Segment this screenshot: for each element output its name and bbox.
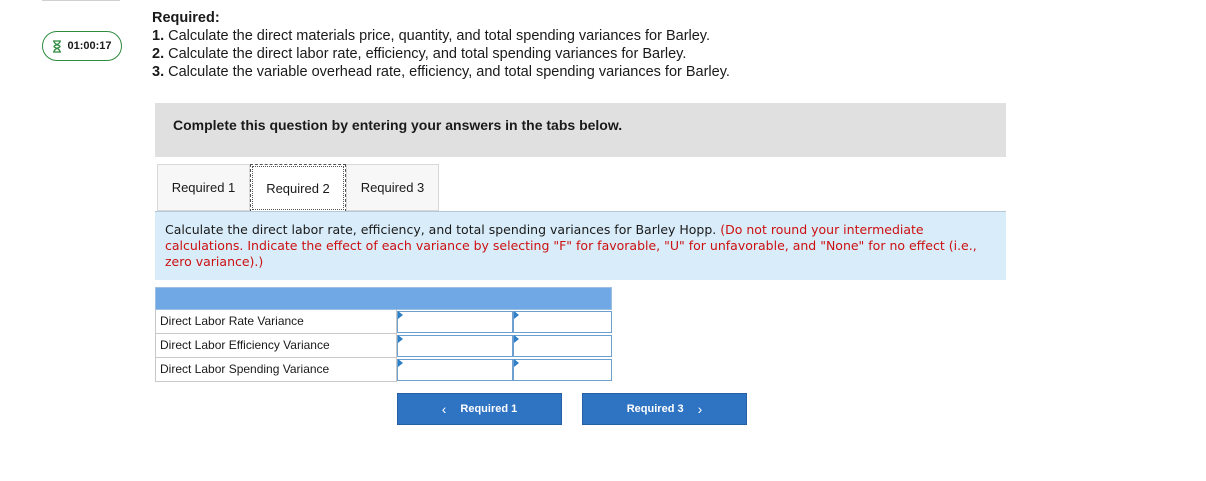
next-button-label: Required 3 [626, 403, 684, 415]
row-label: Direct Labor Spending Variance [155, 358, 397, 382]
required-item-2: 2. Calculate the direct labor rate, effi… [152, 46, 687, 62]
required-item-1: 1. Calculate the direct materials price,… [152, 28, 711, 44]
chevron-right-icon: › [697, 401, 703, 417]
prompt-main: Calculate the direct labor rate, efficie… [165, 222, 717, 237]
table-row: Direct Labor Rate Variance [155, 310, 612, 334]
tab-required-1[interactable]: Required 1 [157, 164, 250, 211]
spending-variance-amount-input[interactable] [397, 359, 513, 381]
required-item-3: 3. Calculate the variable overhead rate,… [152, 64, 730, 80]
tab-required-3[interactable]: Required 3 [346, 164, 439, 211]
instruction-banner: Complete this question by entering your … [155, 103, 1006, 157]
table-row: Direct Labor Efficiency Variance [155, 334, 612, 358]
chevron-left-icon: ‹ [441, 401, 447, 417]
rate-variance-amount-input[interactable] [397, 311, 513, 333]
row-label: Direct Labor Efficiency Variance [155, 334, 397, 358]
row-label: Direct Labor Rate Variance [155, 310, 397, 334]
instruction-text: Complete this question by entering your … [173, 117, 623, 133]
table-row: Direct Labor Spending Variance [155, 358, 612, 382]
question-prompt: Calculate the direct labor rate, efficie… [155, 212, 1006, 280]
required-heading: Required: [152, 10, 220, 26]
previous-button-label: Required 1 [460, 403, 518, 415]
table-header [155, 287, 612, 310]
timer-badge: 01:00:17 [42, 31, 122, 61]
next-required-button[interactable]: Required 3 › [582, 393, 747, 425]
rate-variance-effect-select[interactable] [513, 311, 612, 333]
timer-value: 01:00:17 [67, 40, 112, 52]
hourglass-icon [52, 39, 62, 53]
top-divider [42, 0, 120, 1]
efficiency-variance-amount-input[interactable] [397, 335, 513, 357]
required-instructions: Required: 1. Calculate the direct materi… [152, 9, 730, 81]
efficiency-variance-effect-select[interactable] [513, 335, 612, 357]
previous-required-button[interactable]: ‹ Required 1 [397, 393, 562, 425]
variance-table: Direct Labor Rate Variance Direct Labor … [155, 287, 612, 382]
tab-required-2[interactable]: Required 2 [250, 164, 346, 212]
spending-variance-effect-select[interactable] [513, 359, 612, 381]
